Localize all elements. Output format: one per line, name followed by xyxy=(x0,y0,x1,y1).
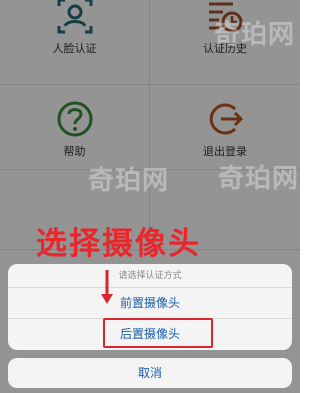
cancel-button[interactable]: 取消 xyxy=(8,358,292,388)
rear-camera-highlight xyxy=(103,318,213,348)
annotation-arrow-down-icon xyxy=(101,270,113,304)
annotation-title: 选择摄像头 xyxy=(36,226,201,262)
front-camera-option[interactable]: 前置摄像头 xyxy=(8,288,292,319)
action-sheet-header: 请选择认证方式 xyxy=(8,264,292,288)
